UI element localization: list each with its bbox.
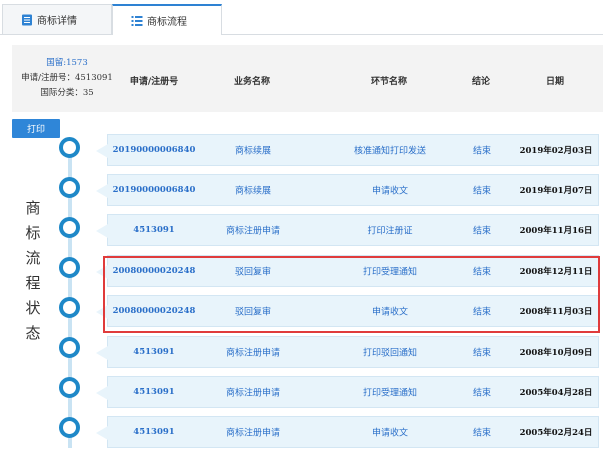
step-name[interactable]: 申请收文: [372, 184, 408, 197]
column-header-date: 日期: [545, 77, 565, 87]
date: 2019年02月03日: [519, 146, 593, 156]
date: 2009年11月16日: [519, 226, 593, 236]
date: 2005年04月28日: [519, 388, 593, 398]
step-name[interactable]: 申请收文: [372, 426, 408, 439]
tab-bar: 商标详情 商标流程: [0, 0, 603, 35]
timeline-node: [59, 257, 80, 278]
highlight-box: [103, 256, 600, 333]
timeline-node: [59, 297, 80, 318]
date: 2008年10月09日: [519, 348, 593, 358]
list-icon: [131, 16, 143, 26]
tab-label: 商标流程: [147, 17, 187, 28]
process-status-title: 商 标 流 程 状 态: [25, 199, 41, 342]
registration-number: 申请/注册号：4513091: [21, 73, 113, 83]
result[interactable]: 结束: [473, 386, 491, 399]
application-number[interactable]: 4513091: [133, 427, 174, 437]
timeline-node: [59, 177, 80, 198]
timeline-node: [59, 377, 80, 398]
tab-trademark-process[interactable]: 商标流程: [112, 4, 222, 35]
date: 2005年02月24日: [519, 428, 593, 438]
result[interactable]: 结束: [473, 346, 491, 359]
date: 2019年01月07日: [519, 186, 593, 196]
step-name[interactable]: 打印注册证: [367, 224, 412, 237]
application-number[interactable]: 4513091: [133, 225, 174, 235]
table-header: 申请/注册号 业务名称 环节名称 结论 日期: [122, 45, 603, 112]
business-name[interactable]: 商标注册申请: [226, 386, 280, 399]
document-icon: [22, 14, 32, 26]
application-number[interactable]: 4513091: [133, 387, 174, 397]
result[interactable]: 结束: [473, 144, 491, 157]
step-name[interactable]: 打印受理通知: [363, 386, 417, 399]
status-link[interactable]: 国留:1573: [12, 56, 122, 71]
table-row: 4513091 商标注册申请 申请收文 结束 2005年02月24日: [96, 416, 599, 448]
timeline-node: [59, 217, 80, 238]
application-number[interactable]: 20190000006840: [113, 185, 196, 195]
business-name[interactable]: 商标注册申请: [226, 224, 280, 237]
table-row: 20190000006840 商标续展 核准通知打印发送 结束 2019年02月…: [96, 134, 599, 166]
result[interactable]: 结束: [473, 184, 491, 197]
print-button[interactable]: 打印: [12, 119, 60, 138]
column-header-business: 业务名称: [233, 77, 271, 87]
business-name[interactable]: 商标注册申请: [226, 346, 280, 359]
business-name[interactable]: 商标续展: [235, 144, 271, 157]
result[interactable]: 结束: [473, 426, 491, 439]
table-row: 4513091 商标注册申请 打印驳回通知 结束 2008年10月09日: [96, 336, 599, 368]
timeline-node: [59, 337, 80, 358]
timeline-node: [59, 137, 80, 158]
trademark-info-box: 国留:1573 申请/注册号：4513091 国际分类：35: [12, 45, 122, 112]
result[interactable]: 结束: [473, 224, 491, 237]
column-header-number: 申请/注册号: [129, 77, 179, 87]
business-name[interactable]: 商标注册申请: [226, 426, 280, 439]
step-name[interactable]: 核准通知打印发送: [354, 144, 426, 157]
international-class: 国际分类：35: [40, 88, 94, 98]
column-header-step: 环节名称: [370, 77, 408, 87]
table-row: 4513091 商标注册申请 打印注册证 结束 2009年11月16日: [96, 214, 599, 246]
timeline-node: [59, 417, 80, 438]
table-row: 4513091 商标注册申请 打印受理通知 结束 2005年04月28日: [96, 376, 599, 408]
tab-trademark-details[interactable]: 商标详情: [2, 4, 112, 34]
application-number[interactable]: 4513091: [133, 347, 174, 357]
step-name[interactable]: 打印驳回通知: [363, 346, 417, 359]
business-name[interactable]: 商标续展: [235, 184, 271, 197]
column-header-result: 结论: [471, 77, 491, 87]
application-number[interactable]: 20190000006840: [113, 145, 196, 155]
table-row: 20190000006840 商标续展 申请收文 结束 2019年01月07日: [96, 174, 599, 206]
tab-label: 商标详情: [37, 16, 77, 27]
